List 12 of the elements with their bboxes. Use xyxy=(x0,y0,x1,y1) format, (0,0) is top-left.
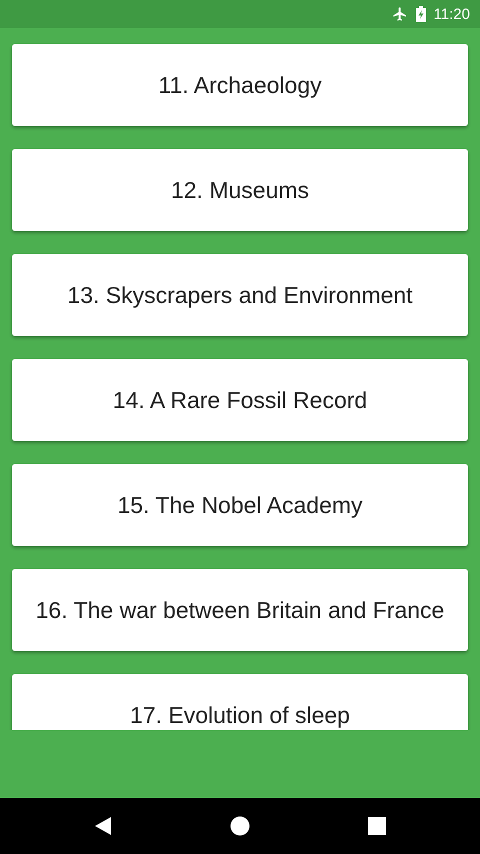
battery-charging-icon xyxy=(416,6,426,22)
lesson-card[interactable]: 14. A Rare Fossil Record xyxy=(12,359,468,441)
lesson-card[interactable]: 13. Skyscrapers and Environment xyxy=(12,254,468,336)
lesson-card[interactable]: 15. The Nobel Academy xyxy=(12,464,468,546)
airplane-icon xyxy=(392,6,408,22)
lesson-card[interactable]: 12. Museums xyxy=(12,149,468,231)
lesson-card[interactable]: 11. Archaeology xyxy=(12,44,468,126)
lesson-card[interactable]: 17. Evolution of sleep xyxy=(12,674,468,730)
lesson-card[interactable]: 16. The war between Britain and France xyxy=(12,569,468,651)
clock-time: 11:20 xyxy=(434,6,470,22)
back-icon[interactable] xyxy=(94,816,112,836)
home-icon[interactable] xyxy=(230,816,250,836)
